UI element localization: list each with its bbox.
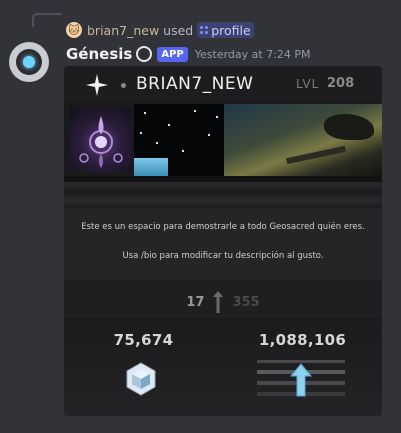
level-label: LVL (296, 77, 320, 91)
hexagon-gem-icon (126, 362, 156, 396)
app-tag: APP (157, 46, 188, 62)
stat-right: 1,088,106 (223, 320, 382, 416)
reply-used-text: used (163, 22, 194, 38)
bot-orb-icon (16, 49, 42, 75)
bot-avatar[interactable] (9, 42, 49, 82)
reputation-current: 17 (186, 294, 205, 310)
up-arrow-icon (213, 291, 224, 313)
command-name: profile (211, 22, 251, 38)
bio-section: Este es un espacio para demostrarle a to… (64, 208, 382, 280)
bot-name[interactable]: Génesis (66, 45, 132, 63)
bio-text: Este es un espacio para demostrarle a to… (81, 222, 365, 232)
reputation-next: 355 (232, 294, 260, 310)
four-point-star-icon (86, 74, 108, 96)
stat-left: 75,674 (64, 320, 223, 416)
command-pill[interactable]: profile (197, 22, 254, 38)
separator-dot (121, 83, 126, 88)
message-timestamp: Yesterday at 7:24 PM (194, 47, 311, 61)
level-value: 208 (327, 76, 355, 91)
profile-banner (64, 104, 382, 176)
stats-section: 75,674 1,088,106 (64, 320, 382, 416)
cat-avatar-icon[interactable]: 🐱 (66, 22, 82, 38)
slash-command-icon (200, 25, 209, 35)
profile-username: BRIAN7_NEW (136, 74, 254, 94)
reply-connector (32, 13, 62, 27)
bio-hint: Usa /bio para modificar tu descripción a… (122, 251, 324, 261)
ring-badge-icon (136, 46, 153, 62)
emblem-image (70, 108, 132, 172)
landscape-image (224, 104, 382, 176)
reply-username[interactable]: brian7_new (87, 23, 159, 38)
reputation-row: 17 355 (64, 286, 382, 318)
command-reply-header: 🐱 brian7_new used profile (66, 21, 254, 39)
sea-image (134, 158, 168, 176)
profile-header: BRIAN7_NEW LVL 208 (64, 66, 382, 102)
decorative-stripe (64, 182, 382, 208)
rank-up-arrow-icon (257, 360, 345, 397)
stat-left-value: 75,674 (113, 331, 174, 349)
message-header: Génesis APP Yesterday at 7:24 PM (66, 44, 311, 64)
stat-right-value: 1,088,106 (258, 331, 347, 349)
profile-card: BRIAN7_NEW LVL 208 Este es un espacio pa… (64, 66, 382, 416)
